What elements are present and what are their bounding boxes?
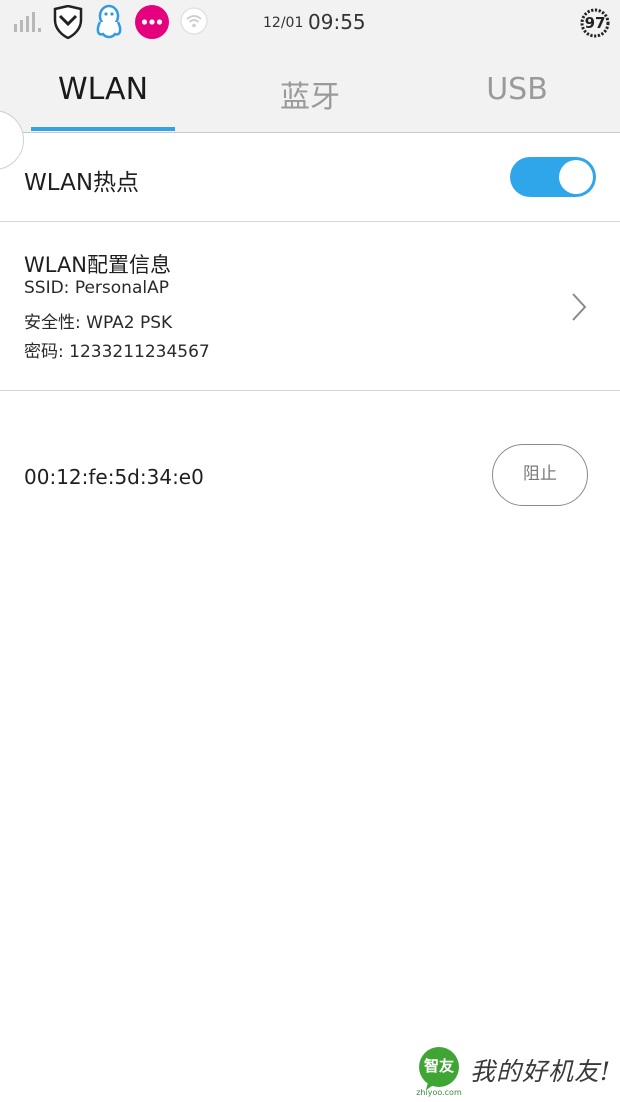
hotspot-label: WLAN热点 xyxy=(24,170,140,196)
watermark-domain: zhiyoo.com xyxy=(416,1088,462,1097)
shield-icon xyxy=(53,5,83,39)
block-device-button[interactable]: 阻止 xyxy=(492,444,588,506)
device-mac-address: 00:12:fe:5d:34:e0 xyxy=(24,465,204,489)
config-security: 安全性: WPA2 PSK xyxy=(24,313,173,333)
config-password: 密码: 1233211234567 xyxy=(24,342,210,362)
tab-usb[interactable]: USB xyxy=(414,72,620,107)
more-bubble-icon xyxy=(135,5,169,39)
qq-penguin-icon xyxy=(96,4,122,39)
battery-level: 97 xyxy=(584,14,606,32)
config-ssid: SSID: PersonalAP xyxy=(24,278,169,298)
battery-indicator: 97 xyxy=(580,8,610,38)
signal-icon xyxy=(14,12,41,32)
config-title: WLAN配置信息 xyxy=(24,253,172,277)
wifi-icon xyxy=(180,7,208,35)
status-time: 09:55 xyxy=(308,10,366,34)
hotspot-switch[interactable] xyxy=(510,157,596,197)
switch-knob xyxy=(559,160,593,194)
active-tab-indicator xyxy=(31,127,175,131)
chevron-right-icon xyxy=(572,293,587,321)
wlan-config-row[interactable]: WLAN配置信息 SSID: PersonalAP 安全性: WPA2 PSK … xyxy=(0,222,620,391)
tab-bluetooth[interactable]: 蓝牙 xyxy=(207,72,413,116)
tab-wlan[interactable]: WLAN xyxy=(0,72,206,107)
status-date: 12/01 xyxy=(263,15,304,31)
hotspot-settings-screen: 12/01 09:55 97 WLAN 蓝牙 USB WLAN热点 WLAN配置… xyxy=(0,0,620,1102)
hotspot-toggle-row[interactable]: WLAN热点 xyxy=(0,133,620,222)
watermark-logo-text: 智友 xyxy=(423,1057,454,1075)
connected-device-row: 00:12:fe:5d:34:e0 阻止 xyxy=(0,430,620,520)
watermark-slogan: 我的好机友! xyxy=(470,1057,612,1086)
status-bar: 12/01 09:55 97 xyxy=(0,0,620,44)
tab-bar: WLAN 蓝牙 USB xyxy=(0,44,620,133)
